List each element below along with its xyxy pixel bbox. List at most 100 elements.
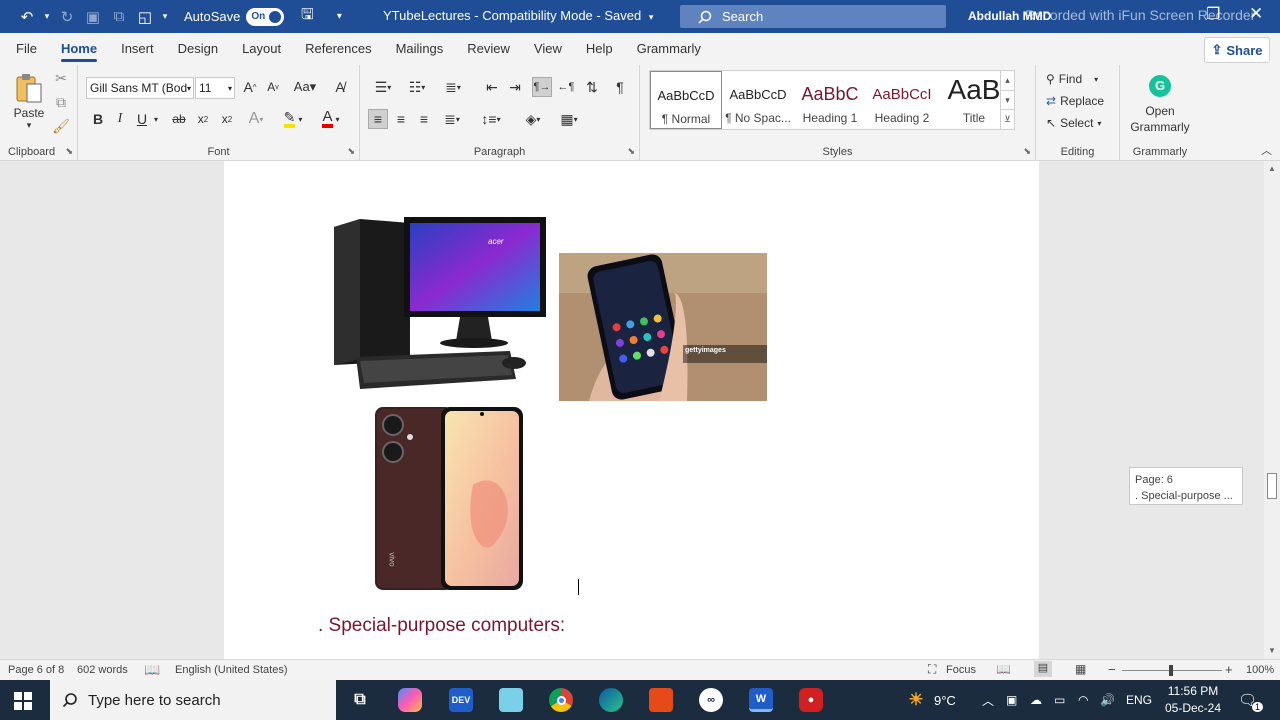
shading-icon[interactable]: ◈ ▾ <box>518 109 548 129</box>
tab-help[interactable]: Help <box>574 33 625 65</box>
customize-qat-icon[interactable]: ▾ <box>328 6 350 28</box>
borders-icon[interactable]: ▦ ▾ <box>554 109 584 129</box>
undo-dropdown-icon[interactable]: ▾ <box>42 6 52 28</box>
superscript-icon[interactable]: x2 <box>218 109 236 129</box>
find-dropdown-icon[interactable]: ▾ <box>1094 75 1098 84</box>
rtl-direction-icon[interactable]: ←¶ <box>556 77 576 97</box>
format-painter-icon[interactable]: 🖌 <box>52 118 70 134</box>
bullets-icon[interactable]: ☰ ▾ <box>368 77 398 97</box>
paste-button[interactable]: Paste ▾ <box>8 69 50 133</box>
line-spacing-icon[interactable]: ↕≡ ▾ <box>476 109 506 129</box>
ltr-direction-icon[interactable]: ¶→ <box>532 77 552 97</box>
replace-button[interactable]: ⇄ Replace <box>1046 91 1104 111</box>
wifi-icon[interactable]: ◠ <box>1078 680 1088 720</box>
autosave-switch[interactable]: On <box>246 7 285 26</box>
tab-layout[interactable]: Layout <box>230 33 293 65</box>
screen-recorder-icon[interactable]: ● <box>799 688 823 712</box>
windows-start-icon[interactable] <box>14 692 32 710</box>
focus-label[interactable]: Focus <box>946 664 976 676</box>
font-name-combo[interactable]: Gill Sans MT (Bod ▾ <box>86 77 194 99</box>
align-left-icon[interactable]: ≡ <box>368 109 388 129</box>
show-formatting-icon[interactable]: ¶ <box>610 77 630 97</box>
document-page[interactable]: acer gettyimages vivo <box>224 161 1039 659</box>
title-dropdown-icon[interactable]: ▾ <box>649 12 654 22</box>
bold-icon[interactable]: B <box>90 109 106 129</box>
italic-icon[interactable]: I <box>112 109 128 129</box>
search-box[interactable]: Search <box>680 5 946 28</box>
close-icon[interactable]: ✕ <box>1249 4 1263 24</box>
shape-dropdown-icon[interactable]: ▾ <box>160 6 170 28</box>
strikethrough-icon[interactable]: ab <box>170 109 188 129</box>
vivo-phone-image[interactable]: vivo <box>373 405 525 592</box>
phone-in-hand-image[interactable]: gettyimages <box>559 253 767 401</box>
align-center-icon[interactable]: ≡ <box>391 109 411 129</box>
scroll-up-icon[interactable]: ▲ <box>1264 161 1280 177</box>
notepad-icon[interactable] <box>499 688 523 712</box>
increase-indent-icon[interactable]: ⇥ <box>505 77 525 97</box>
clear-formatting-icon[interactable]: A̸ <box>330 77 350 97</box>
edge-icon[interactable] <box>599 688 623 712</box>
save-icon[interactable]: 🖫 <box>296 6 318 28</box>
cut-icon[interactable]: ✂ <box>54 70 68 86</box>
weather-icon[interactable]: ☀ <box>904 688 928 712</box>
sort-icon[interactable]: ⇅ <box>582 77 602 97</box>
language-status[interactable]: English (United States) <box>175 664 288 676</box>
battery-icon[interactable]: ▭ <box>1054 680 1065 720</box>
style-normal[interactable]: AaBbCcD ¶ Normal <box>650 71 722 129</box>
dev-home-icon[interactable]: DEV <box>449 688 473 712</box>
tab-review[interactable]: Review <box>455 33 522 65</box>
section-heading[interactable]: . Special-purpose computers: <box>318 615 565 637</box>
font-name-dropdown-icon[interactable]: ▾ <box>187 84 191 93</box>
grow-font-icon[interactable]: A ^ <box>241 77 259 97</box>
tab-file[interactable]: File <box>0 33 49 65</box>
shapes-icon[interactable]: ⧉ <box>108 6 130 28</box>
subscript-icon[interactable]: x2 <box>194 109 212 129</box>
notification-icon[interactable]: 🗨 <box>1238 680 1257 720</box>
office-icon[interactable] <box>649 688 673 712</box>
clock[interactable]: 11:56 PM 05-Dec-24 <box>1162 683 1224 717</box>
word-count[interactable]: 602 words <box>77 664 128 676</box>
style-heading-2[interactable]: AaBbCcI Heading 2 <box>866 71 938 129</box>
zoom-slider-thumb[interactable] <box>1169 665 1173 676</box>
styles-launcher-icon[interactable]: ⬊ <box>1023 146 1031 157</box>
change-case-icon[interactable]: Aa▾ <box>290 77 320 97</box>
zoom-slider[interactable] <box>1122 665 1222 676</box>
decrease-indent-icon[interactable]: ⇤ <box>482 77 502 97</box>
tab-view[interactable]: View <box>522 33 574 65</box>
page-count[interactable]: Page 6 of 8 <box>8 664 64 676</box>
styles-up-icon[interactable]: ▴ <box>1001 71 1014 90</box>
font-size-dropdown-icon[interactable]: ▾ <box>228 84 232 93</box>
copilot-icon[interactable] <box>398 688 422 712</box>
font-color-icon[interactable]: A ▾ <box>316 109 346 129</box>
styles-more-icon[interactable]: ⊻ <box>1001 109 1014 128</box>
onedrive-icon[interactable]: ☁ <box>1030 680 1042 720</box>
scroll-thumb[interactable] <box>1267 473 1277 499</box>
style-no-spacing[interactable]: AaBbCcD ¶ No Spac... <box>722 71 794 129</box>
tab-grammarly[interactable]: Grammarly <box>625 33 713 65</box>
style-heading-1[interactable]: AaBbC Heading 1 <box>794 71 866 129</box>
redo-icon[interactable]: ↻ <box>56 6 78 28</box>
read-mode-icon[interactable]: 📖 <box>996 662 1011 676</box>
desktop-computer-image[interactable]: acer <box>320 193 546 401</box>
volume-icon[interactable]: 🔊 <box>1100 680 1115 720</box>
task-view-icon[interactable]: ⧉ <box>348 688 372 712</box>
copy-format-icon[interactable]: ▣ <box>82 6 104 28</box>
underline-dropdown-icon[interactable]: ▾ <box>152 109 160 129</box>
tab-mailings[interactable]: Mailings <box>384 33 456 65</box>
zoom-in-icon[interactable]: + <box>1225 662 1233 677</box>
autosave-toggle[interactable]: AutoSave On <box>184 7 285 26</box>
web-layout-icon[interactable]: ▦ <box>1075 662 1086 676</box>
shrink-font-icon[interactable]: Av <box>264 77 282 97</box>
taskbar-search[interactable]: Type here to search <box>50 680 336 720</box>
maximize-icon[interactable]: ❐ <box>1206 4 1220 24</box>
tray-chevron-icon[interactable]: ︿ <box>982 680 994 720</box>
tray-app-icon[interactable]: ▣ <box>1006 680 1017 720</box>
open-grammarly-button[interactable]: G Open Grammarly <box>1122 73 1198 137</box>
zoom-out-icon[interactable]: − <box>1108 662 1116 677</box>
font-size-combo[interactable]: 11 ▾ <box>195 77 235 99</box>
clipboard-launcher-icon[interactable]: ⬊ <box>65 146 73 157</box>
paste-dropdown-icon[interactable]: ▾ <box>27 120 32 131</box>
undo-icon[interactable]: ↶ <box>16 6 38 28</box>
find-button[interactable]: ⚲ Find ▾ <box>1046 69 1098 89</box>
tab-references[interactable]: References <box>293 33 383 65</box>
